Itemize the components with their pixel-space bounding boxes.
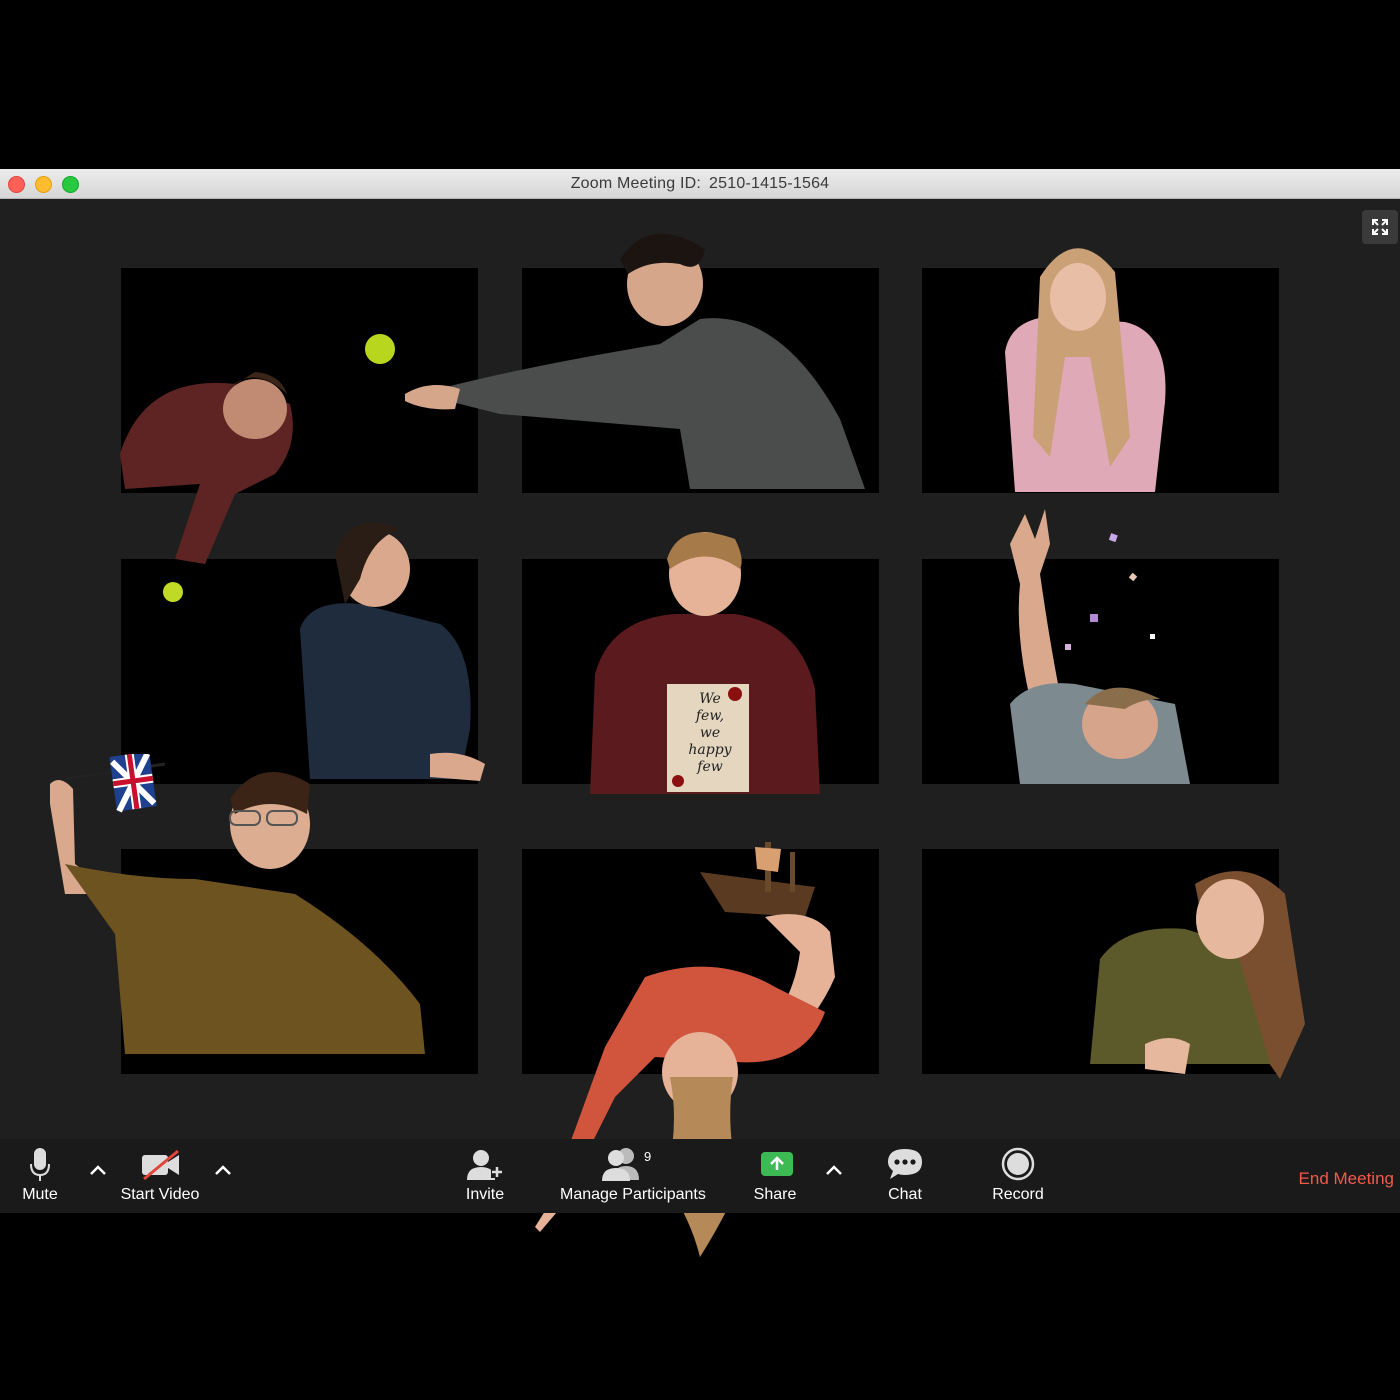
manage-participants-button[interactable]: 9 Manage Participants bbox=[560, 1139, 706, 1213]
invite-button[interactable]: Invite bbox=[455, 1139, 515, 1213]
manage-participants-label: Manage Participants bbox=[560, 1186, 706, 1203]
chat-bubble-icon bbox=[888, 1149, 922, 1179]
invite-label: Invite bbox=[465, 1186, 505, 1203]
add-user-icon bbox=[467, 1150, 503, 1180]
end-meeting-button[interactable]: End Meeting bbox=[1280, 1169, 1394, 1189]
meeting-id: 2510-1415-1564 bbox=[709, 175, 830, 192]
participant-1-figure bbox=[120, 372, 293, 602]
share-options-chevron-up-icon[interactable] bbox=[824, 1163, 844, 1177]
participant-count-badge: 9 bbox=[644, 1149, 652, 1164]
window-title: Zoom Meeting ID: 2510-1415-1564 bbox=[0, 175, 1400, 193]
start-video-button[interactable]: Start Video bbox=[110, 1139, 210, 1213]
chat-button[interactable]: Chat bbox=[875, 1139, 935, 1213]
participant-8-figure bbox=[535, 842, 835, 1257]
share-label: Share bbox=[753, 1186, 797, 1203]
video-options-chevron-up-icon[interactable] bbox=[213, 1163, 233, 1177]
share-screen-icon bbox=[761, 1152, 793, 1176]
start-video-label: Start Video bbox=[120, 1186, 200, 1203]
participant-4-figure bbox=[300, 522, 485, 781]
record-icon bbox=[1001, 1147, 1035, 1181]
participant-3-figure bbox=[1005, 248, 1166, 492]
title-bar: Zoom Meeting ID: 2510-1415-1564 bbox=[0, 169, 1400, 199]
fullscreen-icon bbox=[1372, 219, 1388, 235]
share-screen-button[interactable]: Share bbox=[745, 1139, 805, 1213]
chat-label: Chat bbox=[888, 1186, 922, 1203]
participant-9-figure bbox=[1090, 871, 1305, 1079]
audio-options-chevron-up-icon[interactable] bbox=[88, 1163, 108, 1177]
microphone-icon bbox=[30, 1148, 50, 1181]
zoom-window: Zoom Meeting ID: 2510-1415-1564 We few, … bbox=[0, 169, 1400, 1257]
video-camera-off-icon bbox=[142, 1149, 179, 1181]
union-jack-flag bbox=[109, 754, 157, 813]
fullscreen-button[interactable] bbox=[1362, 210, 1398, 244]
mute-button[interactable]: Mute bbox=[10, 1139, 70, 1213]
participant-2-figure bbox=[365, 233, 865, 489]
mute-label: Mute bbox=[22, 1186, 58, 1203]
participants-icon bbox=[602, 1148, 639, 1181]
participant-6-figure bbox=[1010, 509, 1190, 784]
record-button[interactable]: Record bbox=[983, 1139, 1053, 1213]
record-label: Record bbox=[992, 1186, 1044, 1203]
ship-prop bbox=[700, 842, 815, 917]
sign-text: We few, we happy few bbox=[688, 691, 732, 775]
participant-7-figure bbox=[50, 754, 425, 1054]
meeting-toolbar: Mute Start Video Invite 9 Manage Partici… bbox=[0, 1139, 1400, 1213]
window-title-label: Zoom Meeting ID: bbox=[570, 175, 702, 192]
